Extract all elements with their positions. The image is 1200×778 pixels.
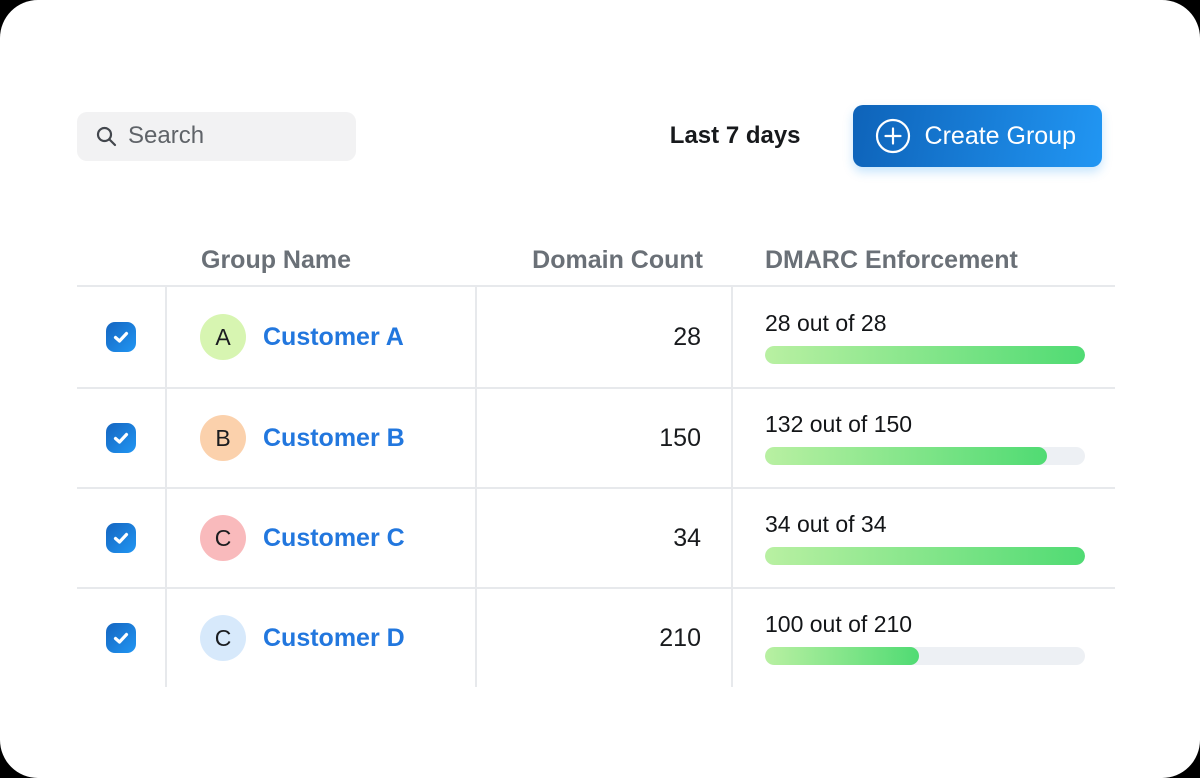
date-range-label[interactable]: Last 7 days (670, 122, 801, 150)
table-row: C Customer C 34 34 out of 34 (77, 487, 1115, 587)
customer-link[interactable]: Customer B (263, 424, 405, 453)
avatar: C (200, 515, 246, 561)
checkmark-icon (112, 529, 130, 547)
column-header-group-name: Group Name (167, 235, 477, 285)
checkmark-icon (112, 328, 130, 346)
plus-circle-icon (875, 118, 911, 154)
search-box[interactable] (77, 112, 356, 161)
dmarc-label: 100 out of 210 (765, 611, 1085, 638)
dmarc-progress-fill (765, 447, 1047, 465)
domain-count-cell: 210 (477, 589, 733, 687)
checkmark-icon (112, 429, 130, 447)
column-header-dmarc-enforcement: DMARC Enforcement (733, 235, 1115, 285)
table-row: C Customer D 210 100 out of 210 (77, 587, 1115, 687)
app-card: Last 7 days Create Group Group Name Doma… (0, 0, 1200, 778)
dmarc-label: 28 out of 28 (765, 310, 1085, 337)
dmarc-progress-fill (765, 346, 1085, 364)
group-name-cell: A Customer A (167, 287, 477, 387)
dmarc-progress-fill (765, 647, 919, 665)
table-row: A Customer A 28 28 out of 28 (77, 287, 1115, 387)
dmarc-wrap: 132 out of 150 (765, 411, 1085, 465)
table-header: Group Name Domain Count DMARC Enforcemen… (77, 235, 1115, 287)
avatar-letter: B (215, 425, 230, 452)
dmarc-wrap: 34 out of 34 (765, 511, 1085, 565)
dmarc-progress-fill (765, 547, 1085, 565)
row-checkbox[interactable] (106, 623, 136, 653)
customer-link[interactable]: Customer C (263, 524, 405, 553)
dmarc-progress-track (765, 447, 1085, 465)
customer-link[interactable]: Customer A (263, 323, 404, 352)
dmarc-wrap: 28 out of 28 (765, 310, 1085, 364)
checkbox-cell (77, 389, 167, 487)
dmarc-label: 132 out of 150 (765, 411, 1085, 438)
create-group-button[interactable]: Create Group (853, 105, 1102, 167)
avatar: B (200, 415, 246, 461)
domain-count-cell: 28 (477, 287, 733, 387)
search-icon (94, 124, 118, 148)
checkmark-icon (112, 629, 130, 647)
dmarc-cell: 28 out of 28 (733, 287, 1115, 387)
group-name-cell: B Customer B (167, 389, 477, 487)
domain-count-cell: 150 (477, 389, 733, 487)
domain-count-value: 28 (673, 323, 701, 352)
dmarc-progress-track (765, 346, 1085, 364)
avatar: A (200, 314, 246, 360)
groups-table: Group Name Domain Count DMARC Enforcemen… (77, 235, 1115, 687)
dmarc-cell: 100 out of 210 (733, 589, 1115, 687)
dmarc-cell: 132 out of 150 (733, 389, 1115, 487)
row-checkbox[interactable] (106, 523, 136, 553)
customer-link[interactable]: Customer D (263, 624, 405, 653)
toolbar: Last 7 days Create Group (77, 105, 1102, 167)
column-header-domain-count: Domain Count (477, 235, 733, 285)
table-body: A Customer A 28 28 out of 28 (77, 287, 1115, 687)
avatar: C (200, 615, 246, 661)
search-input[interactable] (128, 122, 342, 150)
row-checkbox[interactable] (106, 423, 136, 453)
dmarc-cell: 34 out of 34 (733, 489, 1115, 587)
avatar-letter: A (215, 324, 230, 351)
avatar-letter: C (215, 625, 232, 652)
dmarc-label: 34 out of 34 (765, 511, 1085, 538)
create-group-label: Create Group (925, 122, 1076, 151)
domain-count-cell: 34 (477, 489, 733, 587)
domain-count-value: 150 (659, 424, 701, 453)
group-name-cell: C Customer D (167, 589, 477, 687)
header-checkbox-spacer (77, 235, 167, 285)
table-row: B Customer B 150 132 out of 150 (77, 387, 1115, 487)
group-name-cell: C Customer C (167, 489, 477, 587)
checkbox-cell (77, 287, 167, 387)
dmarc-wrap: 100 out of 210 (765, 611, 1085, 665)
avatar-letter: C (215, 525, 232, 552)
domain-count-value: 34 (673, 524, 701, 553)
dmarc-progress-track (765, 647, 1085, 665)
checkbox-cell (77, 589, 167, 687)
domain-count-value: 210 (659, 624, 701, 653)
checkbox-cell (77, 489, 167, 587)
dmarc-progress-track (765, 547, 1085, 565)
row-checkbox[interactable] (106, 322, 136, 352)
